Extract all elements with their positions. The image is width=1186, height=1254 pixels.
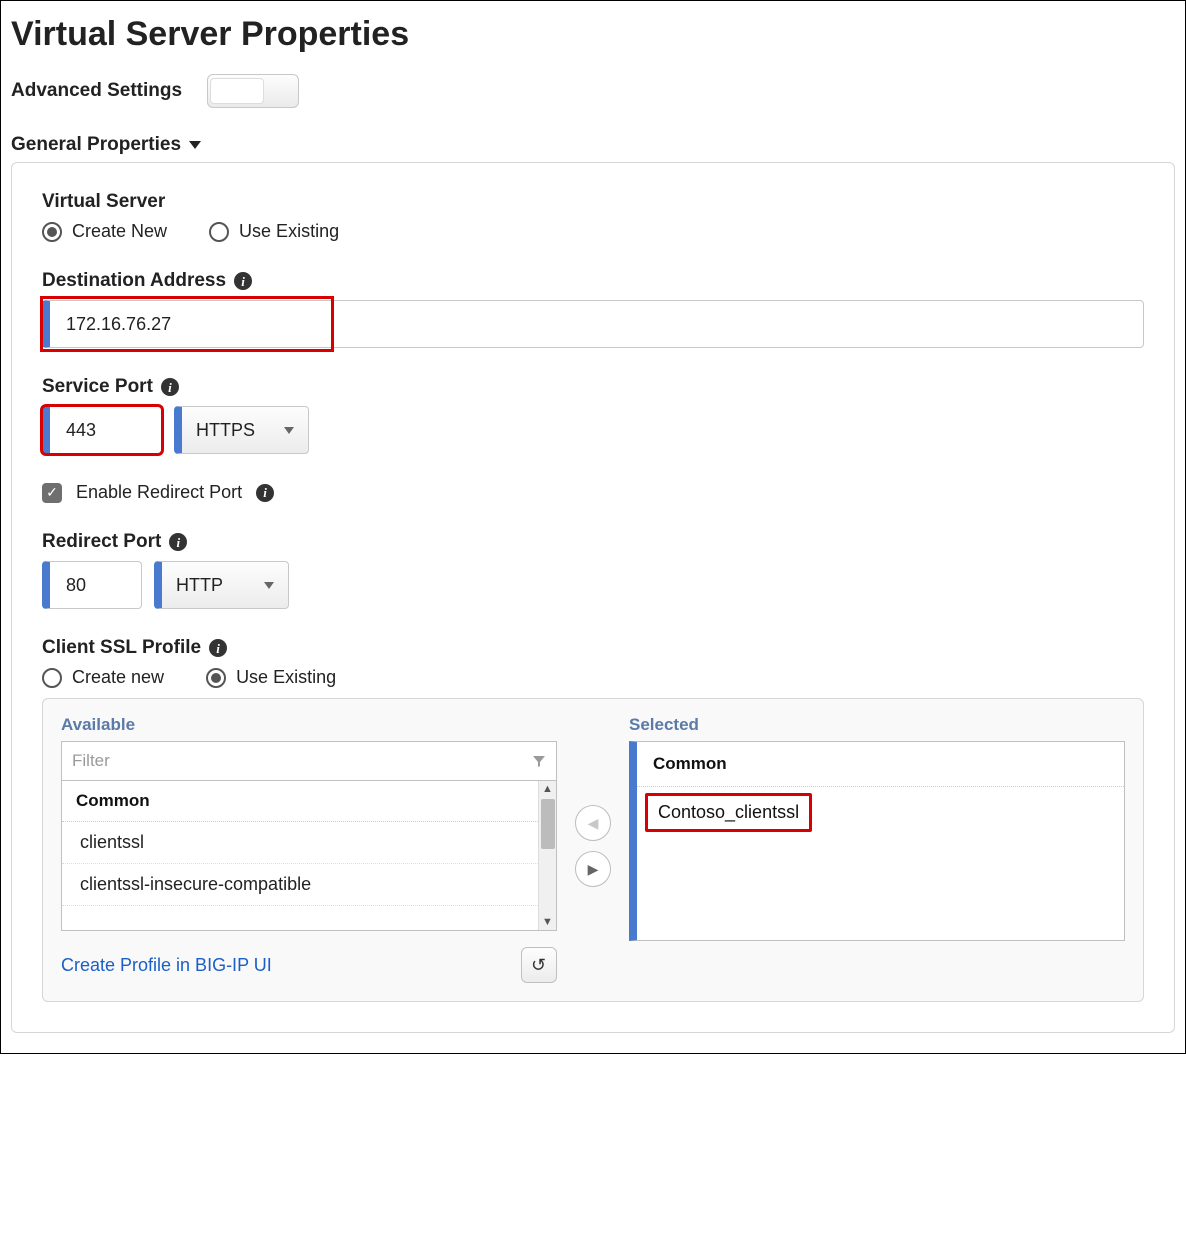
service-port-protocol-select[interactable]: HTTPS: [174, 406, 309, 454]
selected-listbox[interactable]: Common Contoso_clientssl: [629, 741, 1125, 941]
radio-use-existing-label: Use Existing: [239, 221, 339, 242]
ssl-radio-create-new-label: Create new: [72, 667, 164, 688]
mover-buttons: ◀ ▶: [575, 715, 611, 887]
section-label: General Properties: [11, 134, 181, 156]
client-ssl-profile-label: Client SSL Profile: [42, 637, 201, 659]
advanced-settings-row: Advanced Settings: [11, 74, 1175, 108]
redirect-port-input[interactable]: [42, 561, 142, 609]
ssl-profile-chooser: Available Filter Common clientssl client…: [42, 698, 1144, 1002]
radio-create-new-label: Create New: [72, 221, 167, 242]
radio-use-existing[interactable]: [209, 222, 229, 242]
list-item[interactable]: Contoso_clientssl: [658, 802, 799, 822]
section-general-properties[interactable]: General Properties: [11, 134, 201, 156]
scroll-up-icon[interactable]: ▲: [542, 781, 553, 797]
scrollbar[interactable]: ▲ ▼: [538, 781, 556, 930]
advanced-settings-toggle[interactable]: [207, 74, 299, 108]
client-ssl-profile-block: Client SSL Profile i Create new Use Exis…: [42, 637, 1144, 688]
highlight-box: Contoso_clientssl: [645, 793, 812, 832]
available-filter[interactable]: Filter: [61, 741, 557, 781]
destination-address-label: Destination Address: [42, 270, 226, 292]
selected-column: Selected Common Contoso_clientssl: [629, 715, 1125, 941]
page-title: Virtual Server Properties: [11, 15, 1175, 54]
radio-create-new[interactable]: [42, 222, 62, 242]
general-properties-panel: Virtual Server Create New Use Existing D…: [11, 162, 1175, 1033]
info-icon[interactable]: i: [209, 639, 227, 657]
move-left-button[interactable]: ◀: [575, 805, 611, 841]
service-port-block: Service Port i HTTPS: [42, 376, 1144, 454]
selected-header: Selected: [629, 715, 1125, 735]
toggle-knob: [210, 78, 264, 104]
advanced-settings-label: Advanced Settings: [11, 80, 182, 102]
info-icon[interactable]: i: [169, 533, 187, 551]
redirect-port-block: Redirect Port i HTTP: [42, 531, 1144, 609]
virtual-server-label: Virtual Server: [42, 191, 1144, 213]
available-header: Available: [61, 715, 557, 735]
select-value: HTTP: [176, 575, 223, 596]
ssl-radio-use-existing-label: Use Existing: [236, 667, 336, 688]
service-port-label: Service Port: [42, 376, 153, 398]
ssl-radio-create-new[interactable]: [42, 668, 62, 688]
available-listbox[interactable]: Common clientssl clientssl-insecure-comp…: [61, 781, 557, 931]
list-item[interactable]: clientssl: [62, 822, 556, 864]
chevron-down-icon: [189, 141, 201, 149]
redirect-port-protocol-select[interactable]: HTTP: [154, 561, 289, 609]
virtual-server-block: Virtual Server Create New Use Existing: [42, 191, 1144, 242]
enable-redirect-label: Enable Redirect Port: [76, 482, 242, 503]
scroll-thumb[interactable]: [541, 799, 555, 849]
available-column: Available Filter Common clientssl client…: [61, 715, 557, 983]
destination-address-input[interactable]: [42, 300, 1144, 348]
destination-address-block: Destination Address i: [42, 270, 1144, 348]
filter-icon: [532, 754, 546, 768]
chevron-down-icon: [284, 427, 294, 434]
available-group-header: Common: [62, 781, 556, 822]
list-item[interactable]: clientssl-insecure-compatible: [62, 864, 556, 906]
select-value: HTTPS: [196, 420, 255, 441]
refresh-button[interactable]: [521, 947, 557, 983]
service-port-input[interactable]: [42, 406, 162, 454]
info-icon[interactable]: i: [234, 272, 252, 290]
info-icon[interactable]: i: [256, 484, 274, 502]
filter-placeholder: Filter: [72, 751, 110, 771]
enable-redirect-checkbox[interactable]: ✓: [42, 483, 62, 503]
selected-group-header: Common: [637, 742, 1124, 787]
ssl-radio-use-existing[interactable]: [206, 668, 226, 688]
refresh-icon: [531, 955, 546, 976]
move-right-button[interactable]: ▶: [575, 851, 611, 887]
create-profile-link[interactable]: Create Profile in BIG-IP UI: [61, 955, 272, 976]
chevron-down-icon: [264, 582, 274, 589]
info-icon[interactable]: i: [161, 378, 179, 396]
enable-redirect-block: ✓ Enable Redirect Port i: [42, 482, 1144, 503]
redirect-port-label: Redirect Port: [42, 531, 161, 553]
scroll-down-icon[interactable]: ▼: [542, 914, 553, 930]
